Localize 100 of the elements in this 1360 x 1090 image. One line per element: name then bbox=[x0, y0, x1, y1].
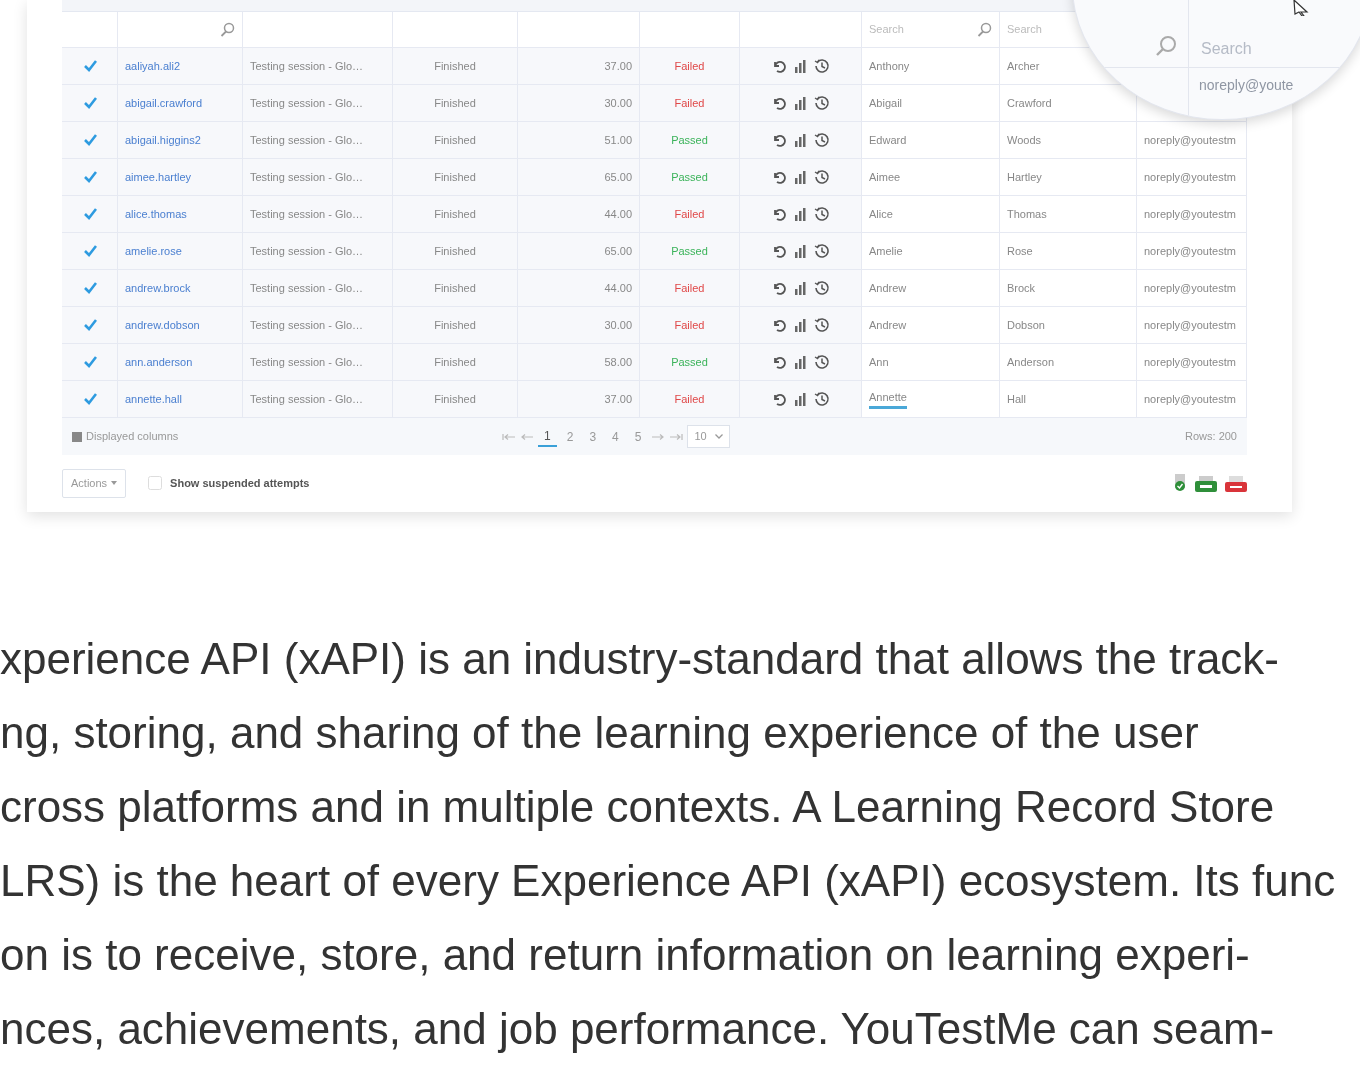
undo-icon[interactable] bbox=[771, 281, 786, 295]
table-cell-text: Rose bbox=[1007, 243, 1033, 259]
result-label: Passed bbox=[671, 354, 708, 370]
history-icon[interactable] bbox=[813, 391, 830, 407]
table-cell-text: 44.00 bbox=[604, 206, 632, 222]
undo-icon[interactable] bbox=[771, 318, 786, 332]
page-button[interactable]: 2 bbox=[560, 427, 580, 446]
checkbox[interactable] bbox=[82, 96, 97, 110]
bar-chart-icon[interactable] bbox=[793, 392, 806, 406]
bar-chart-icon[interactable] bbox=[793, 207, 806, 221]
bar-chart-icon[interactable] bbox=[793, 59, 806, 73]
undo-icon[interactable] bbox=[771, 170, 786, 184]
result-label: Failed bbox=[674, 206, 705, 222]
actions-button[interactable]: Actions bbox=[62, 469, 127, 498]
bar-chart-icon[interactable] bbox=[793, 318, 806, 332]
table-cell-text: Amelie bbox=[869, 243, 903, 259]
paragraph-line: cross platforms and in multiple contexts. A Learning Record Store bbox=[0, 780, 1276, 833]
table-cell-text: Archer bbox=[1007, 58, 1040, 74]
checkbox[interactable] bbox=[82, 392, 97, 406]
page-button[interactable]: 5 bbox=[628, 427, 648, 446]
table-cell-text: 30.00 bbox=[604, 95, 632, 111]
table-cell-text: Testing session - Glo… bbox=[250, 169, 364, 185]
checkbox[interactable] bbox=[82, 355, 97, 369]
table-cell-text: Testing session - Glo… bbox=[250, 206, 364, 222]
table-cell-text: Testing session - Glo… bbox=[250, 354, 364, 370]
table-cell-text: Abigail bbox=[869, 95, 903, 111]
result-label: Failed bbox=[674, 280, 705, 296]
history-icon[interactable] bbox=[813, 243, 830, 259]
table-cell-text: Andrew bbox=[869, 280, 907, 296]
undo-icon[interactable] bbox=[771, 392, 786, 406]
history-icon[interactable] bbox=[813, 280, 830, 296]
result-label: Failed bbox=[674, 58, 705, 74]
table-cell-text: Finished bbox=[434, 169, 476, 185]
checkbox[interactable] bbox=[82, 244, 97, 258]
table-cell-text: Finished bbox=[434, 280, 476, 296]
history-icon[interactable] bbox=[813, 132, 830, 148]
undo-icon[interactable] bbox=[771, 133, 786, 147]
table-cell-text: Brock bbox=[1007, 280, 1036, 296]
pdf-icon[interactable] bbox=[1225, 476, 1247, 493]
table-cell-text: noreply@youtestm bbox=[1144, 354, 1236, 370]
table-cell-text: Andrew bbox=[869, 317, 907, 333]
page-size-select[interactable]: 10 bbox=[687, 425, 730, 448]
paragraph-line: xperience API (xAPI) is an industry-standard that allows the track- bbox=[0, 632, 1280, 685]
table-cell-text: Dobson bbox=[1007, 317, 1045, 333]
table-cell-text: 51.00 bbox=[604, 132, 632, 148]
displayed-columns-label[interactable]: Displayed columns bbox=[86, 428, 179, 445]
bar-chart-icon[interactable] bbox=[793, 281, 806, 295]
history-icon[interactable] bbox=[813, 206, 830, 222]
checkbox[interactable] bbox=[82, 281, 97, 295]
bar-chart-icon[interactable] bbox=[793, 133, 806, 147]
bar-chart-icon[interactable] bbox=[793, 170, 806, 184]
search-icon bbox=[1155, 35, 1177, 57]
search-icon bbox=[220, 22, 235, 37]
page-button[interactable]: 1 bbox=[538, 426, 557, 447]
spreadsheet-icon[interactable] bbox=[1195, 476, 1217, 493]
history-icon[interactable] bbox=[813, 58, 830, 74]
checkbox[interactable] bbox=[82, 170, 97, 184]
checkbox[interactable] bbox=[82, 207, 97, 221]
table-cell-text: Finished bbox=[434, 243, 476, 259]
undo-icon[interactable] bbox=[771, 207, 786, 221]
document-check-icon[interactable] bbox=[1173, 474, 1187, 493]
undo-icon[interactable] bbox=[771, 96, 786, 110]
undo-icon[interactable] bbox=[771, 244, 786, 258]
page-button[interactable]: 3 bbox=[583, 427, 603, 446]
checkbox[interactable] bbox=[82, 133, 97, 147]
table-cell-text: noreply@youtestm bbox=[1144, 169, 1236, 185]
search-field[interactable]: Search bbox=[869, 21, 904, 38]
rows-count: Rows: 200 bbox=[1185, 429, 1237, 445]
table-cell-text: Finished bbox=[434, 206, 476, 222]
undo-icon[interactable] bbox=[771, 355, 786, 369]
table-cell-text: Finished bbox=[434, 95, 476, 111]
undo-icon[interactable] bbox=[771, 59, 786, 73]
history-icon[interactable] bbox=[813, 354, 830, 370]
table-cell-text: Finished bbox=[434, 354, 476, 370]
table-cell-text: 65.00 bbox=[604, 169, 632, 185]
table-cell-text: 37.00 bbox=[604, 391, 632, 407]
checkbox[interactable] bbox=[82, 59, 97, 73]
bar-chart-icon[interactable] bbox=[793, 96, 806, 110]
history-icon[interactable] bbox=[813, 95, 830, 111]
table-cell-text: Hartley bbox=[1007, 169, 1042, 185]
table-cell-text: Finished bbox=[434, 58, 476, 74]
bar-chart-icon[interactable] bbox=[793, 355, 806, 369]
table-cell-text: Ann bbox=[869, 354, 889, 370]
table-cell-text: Crawford bbox=[1007, 95, 1052, 111]
search-icon bbox=[977, 22, 992, 37]
history-icon[interactable] bbox=[813, 317, 830, 333]
bar-chart-icon[interactable] bbox=[793, 244, 806, 258]
table-cell-text: Anderson bbox=[1007, 354, 1055, 370]
search-field[interactable]: Search bbox=[1007, 21, 1042, 38]
history-icon[interactable] bbox=[813, 169, 830, 185]
page-button[interactable]: 4 bbox=[606, 427, 625, 446]
table-cell-text: noreply@youtestm bbox=[1144, 243, 1236, 259]
table-cell: Annette bbox=[869, 388, 907, 410]
table-cell-text: Alice bbox=[869, 206, 893, 222]
table-cell-text: noreply@youtestm bbox=[1144, 132, 1236, 148]
table-cell-text: Testing session - Glo… bbox=[250, 243, 364, 259]
caret-icon bbox=[714, 434, 723, 439]
paragraph-line: on is to receive, store, and return information on learning experi- bbox=[0, 928, 1251, 981]
checkbox[interactable] bbox=[82, 318, 97, 332]
table-cell-text: noreply@youtestm bbox=[1144, 317, 1236, 333]
